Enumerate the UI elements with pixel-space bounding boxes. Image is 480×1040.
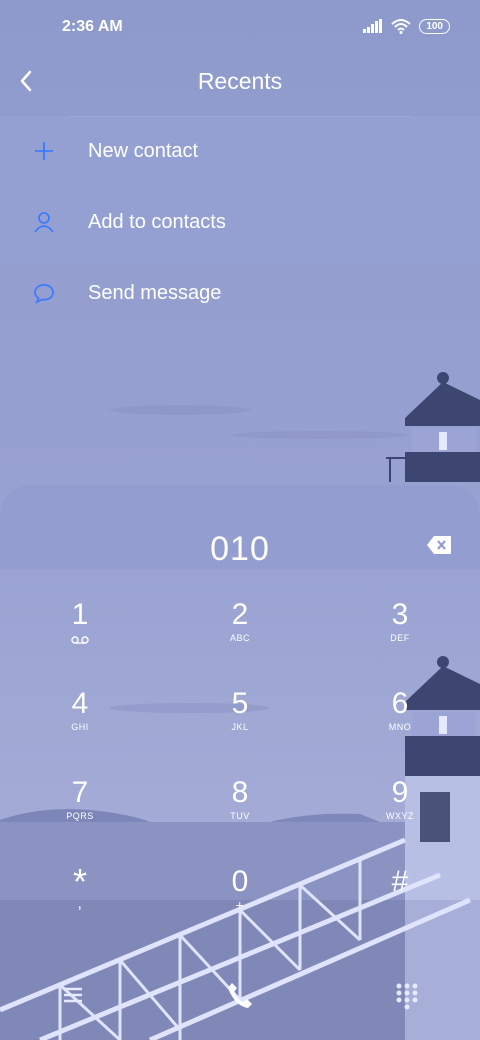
key-letters: + <box>235 897 245 913</box>
key-digit: # <box>391 865 409 898</box>
key-7[interactable]: 7 PQRS <box>20 776 140 846</box>
key-letters: WXYZ <box>386 811 414 821</box>
key-digit: 2 <box>231 598 249 631</box>
key-digit: 3 <box>391 598 409 631</box>
key-9[interactable]: 9 WXYZ <box>340 776 460 846</box>
add-to-contacts-item[interactable]: Add to contacts <box>0 187 480 258</box>
new-contact-item[interactable]: New contact <box>0 116 480 187</box>
key-2[interactable]: 2 ABC <box>180 598 300 668</box>
key-letters: DEF <box>390 633 410 643</box>
status-bar: 2:36 AM 100 <box>0 0 480 56</box>
dialer-action-bar <box>0 950 480 1040</box>
key-6[interactable]: 6 MNO <box>340 687 460 757</box>
key-hash[interactable]: # <box>340 865 460 935</box>
header: Recents <box>0 56 480 108</box>
send-message-item[interactable]: Send message <box>0 258 480 329</box>
send-message-label: Send message <box>88 282 222 304</box>
menu-icon[interactable] <box>56 978 90 1012</box>
key-3[interactable]: 3 DEF <box>340 598 460 668</box>
key-letters: GHI <box>71 722 89 732</box>
key-star[interactable]: * , <box>20 861 140 935</box>
dialer-display: 010 <box>0 485 480 569</box>
new-contact-label: New contact <box>88 140 199 162</box>
voicemail-icon <box>71 636 89 644</box>
key-letters: MNO <box>388 722 412 732</box>
person-icon <box>34 212 54 233</box>
add-to-contacts-label: Add to contacts <box>88 211 226 233</box>
status-icons: 100 <box>363 18 450 34</box>
key-digit: 4 <box>71 687 89 720</box>
key-letters: , <box>77 895 83 912</box>
key-letters: TUV <box>230 811 250 821</box>
key-digit: * <box>72 861 87 902</box>
message-icon <box>34 284 54 304</box>
battery-indicator: 100 <box>419 18 450 34</box>
dialed-number[interactable]: 010 <box>0 530 480 569</box>
backspace-icon[interactable] <box>426 535 452 555</box>
wifi-icon <box>391 19 411 34</box>
key-letters: ABC <box>229 633 250 643</box>
key-digit: 7 <box>71 776 89 809</box>
key-0[interactable]: 0 + <box>180 865 300 935</box>
action-menu: New contact Add to contacts <box>0 116 480 266</box>
key-digit: 5 <box>231 687 249 720</box>
key-1[interactable]: 1 <box>20 598 140 668</box>
signal-icon <box>363 19 383 33</box>
key-digit: 8 <box>231 776 249 809</box>
key-letters: PQRS <box>66 811 94 821</box>
status-time: 2:36 AM <box>62 18 123 35</box>
plus-icon <box>35 142 53 160</box>
key-letters: JKL <box>231 722 249 732</box>
key-digit: 1 <box>71 598 89 631</box>
page-title: Recents <box>197 68 283 94</box>
key-8[interactable]: 8 TUV <box>180 776 300 846</box>
key-digit: 9 <box>391 776 409 809</box>
key-digit: 0 <box>231 865 249 898</box>
key-4[interactable]: 4 GHI <box>20 687 140 757</box>
call-icon[interactable] <box>223 978 257 1012</box>
keypad-toggle-icon[interactable] <box>390 978 424 1012</box>
key-digit: 6 <box>391 687 409 720</box>
key-5[interactable]: 5 JKL <box>180 687 300 757</box>
